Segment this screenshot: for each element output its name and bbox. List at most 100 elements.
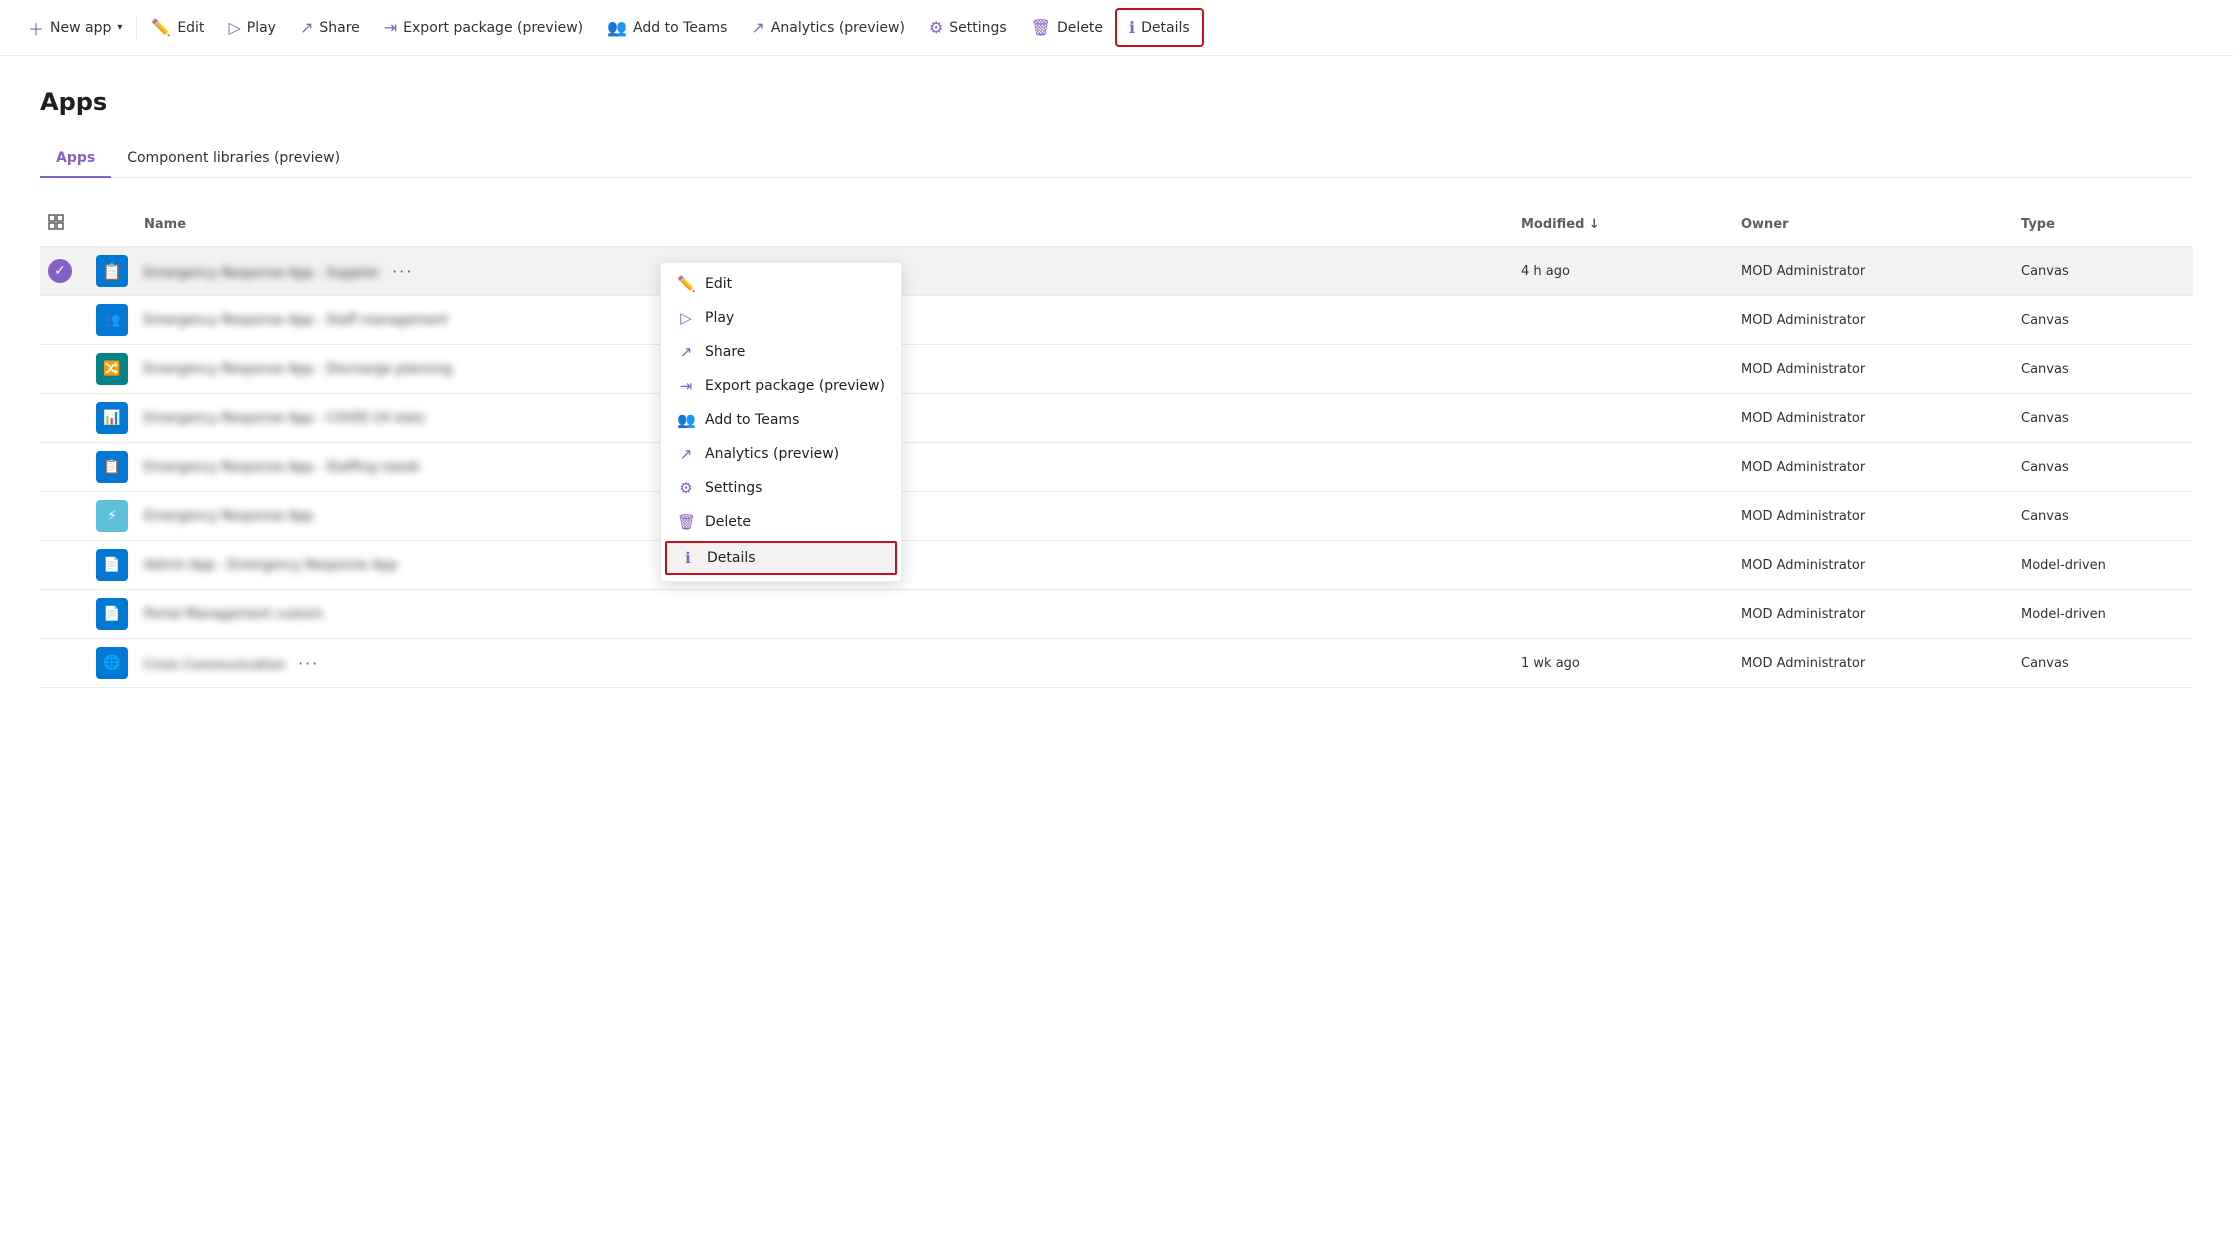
row-owner: MOD Administrator [1733, 358, 2013, 381]
delete-icon: 🗑 [1031, 18, 1051, 37]
edit-button[interactable]: ✏️ Edit [139, 10, 216, 45]
row-type: Model-driven [2013, 603, 2193, 626]
row-type: Model-driven [2013, 554, 2193, 577]
table-row[interactable]: 🔀 Emergency Response App - Discharge pla… [40, 345, 2193, 394]
col-checkbox [40, 210, 88, 238]
new-app-button[interactable]: ＋ New app ▾ [16, 8, 134, 48]
chevron-down-icon: ▾ [117, 22, 122, 33]
table-row[interactable]: 📊 Emergency Response App - COVID-19 stat… [40, 394, 2193, 443]
more-options-button[interactable]: ··· [384, 258, 421, 285]
row-checkbox[interactable] [40, 414, 88, 422]
col-modified[interactable]: Modified ↓ [1513, 213, 1733, 236]
row-icon-cell: 📄 [88, 594, 136, 634]
settings-button[interactable]: ⚙ Settings [917, 10, 1019, 45]
page-content: Apps Apps Component libraries (preview) … [0, 56, 2233, 720]
details-label: Details [1141, 20, 1190, 36]
row-icon-cell: 🔀 [88, 349, 136, 389]
delete-button[interactable]: 🗑 Delete [1019, 10, 1115, 45]
toolbar: ＋ New app ▾ ✏️ Edit ▷ Play ↗ Share ⇥ Exp… [0, 0, 2233, 56]
row-modified [1513, 316, 1733, 324]
row-checkbox[interactable] [40, 610, 88, 618]
row-checkbox[interactable] [40, 659, 88, 667]
row-type: Canvas [2013, 652, 2193, 675]
apps-table: Name Modified ↓ Owner Type ✓ 📋 Emergency… [40, 202, 2193, 688]
share-icon: ↗ [300, 18, 313, 37]
row-type: Canvas [2013, 358, 2193, 381]
row-owner: MOD Administrator [1733, 456, 2013, 479]
row-modified: 1 wk ago [1513, 652, 1733, 675]
analytics-button[interactable]: ↗ Analytics (preview) [739, 10, 917, 45]
table-row[interactable]: 📄 Admin App - Emergency Response App MOD… [40, 541, 2193, 590]
more-options-button[interactable]: ··· [290, 650, 327, 677]
row-modified: 4 h ago [1513, 260, 1733, 283]
analytics-icon: ↗ [751, 18, 764, 37]
row-owner: MOD Administrator [1733, 407, 2013, 430]
row-owner: MOD Administrator [1733, 260, 2013, 283]
row-checkbox[interactable]: ✓ [40, 255, 88, 287]
app-icon: 📄 [96, 598, 128, 630]
page-title: Apps [40, 88, 2193, 116]
table-row[interactable]: 🌐 Crisis Communication ··· 1 wk ago MOD … [40, 639, 2193, 688]
table-row[interactable]: ✓ 📋 Emergency Response App - Supplier ··… [40, 247, 2193, 296]
play-icon: ▷ [677, 309, 695, 327]
row-modified [1513, 463, 1733, 471]
col-icon [88, 220, 136, 228]
tab-apps[interactable]: Apps [40, 140, 111, 178]
share-label: Share [319, 20, 359, 36]
col-type: Type [2013, 213, 2193, 236]
context-menu-play[interactable]: ▷ Play [661, 301, 901, 335]
app-icon: 📊 [96, 402, 128, 434]
row-icon-cell: 🌐 [88, 643, 136, 683]
export-label: Export package (preview) [403, 20, 583, 36]
row-checkbox[interactable] [40, 561, 88, 569]
row-modified [1513, 414, 1733, 422]
row-modified [1513, 512, 1733, 520]
row-checkbox[interactable] [40, 365, 88, 373]
teams-icon: 👥 [607, 18, 627, 37]
context-menu-analytics[interactable]: ↗ Analytics (preview) [661, 437, 901, 471]
row-icon-cell: 📋 [88, 251, 136, 291]
context-menu-details[interactable]: ℹ Details [665, 541, 897, 575]
row-checkbox[interactable] [40, 316, 88, 324]
row-icon-cell: ⚡ [88, 496, 136, 536]
row-icon-cell: 👥 [88, 300, 136, 340]
table-row[interactable]: 📄 Portal Management custom MOD Administr… [40, 590, 2193, 639]
add-to-teams-button[interactable]: 👥 Add to Teams [595, 10, 739, 45]
context-menu-add-to-teams[interactable]: 👥 Add to Teams [661, 403, 901, 437]
context-menu-edit[interactable]: ✏️ Edit [661, 267, 901, 301]
row-checkbox[interactable] [40, 512, 88, 520]
app-icon: 🌐 [96, 647, 128, 679]
gear-icon: ⚙ [677, 479, 695, 497]
table-header: Name Modified ↓ Owner Type [40, 202, 2193, 247]
app-icon: 📋 [96, 255, 128, 287]
row-checkbox[interactable] [40, 463, 88, 471]
context-menu-delete[interactable]: 🗑 Delete [661, 505, 901, 539]
edit-icon: ✏️ [677, 275, 695, 293]
grid-view-icon [48, 214, 64, 230]
gear-icon: ⚙ [929, 18, 943, 37]
export-button[interactable]: ⇥ Export package (preview) [372, 10, 595, 45]
row-owner: MOD Administrator [1733, 554, 2013, 577]
row-modified [1513, 365, 1733, 373]
col-name[interactable]: Name [136, 213, 1513, 236]
context-menu: ✏️ Edit ▷ Play ↗ Share ⇥ Export package … [660, 262, 902, 582]
context-menu-settings[interactable]: ⚙ Settings [661, 471, 901, 505]
play-button[interactable]: ▷ Play [216, 10, 288, 45]
table-row[interactable]: 👥 Emergency Response App - Staff managem… [40, 296, 2193, 345]
row-type: Canvas [2013, 456, 2193, 479]
tab-component-libraries[interactable]: Component libraries (preview) [111, 140, 356, 178]
col-owner: Owner [1733, 213, 2013, 236]
context-menu-share[interactable]: ↗ Share [661, 335, 901, 369]
edit-icon: ✏️ [151, 18, 171, 37]
app-icon: 🔀 [96, 353, 128, 385]
table-row[interactable]: 📋 Emergency Response App - Staffing need… [40, 443, 2193, 492]
row-owner: MOD Administrator [1733, 603, 2013, 626]
export-icon: ⇥ [384, 18, 397, 37]
edit-label: Edit [177, 20, 204, 36]
toolbar-divider-1 [136, 16, 137, 40]
context-menu-export[interactable]: ⇥ Export package (preview) [661, 369, 901, 403]
add-to-teams-label: Add to Teams [633, 20, 727, 36]
table-row[interactable]: ⚡ Emergency Response App MOD Administrat… [40, 492, 2193, 541]
details-button[interactable]: ℹ Details [1115, 8, 1204, 47]
share-button[interactable]: ↗ Share [288, 10, 372, 45]
